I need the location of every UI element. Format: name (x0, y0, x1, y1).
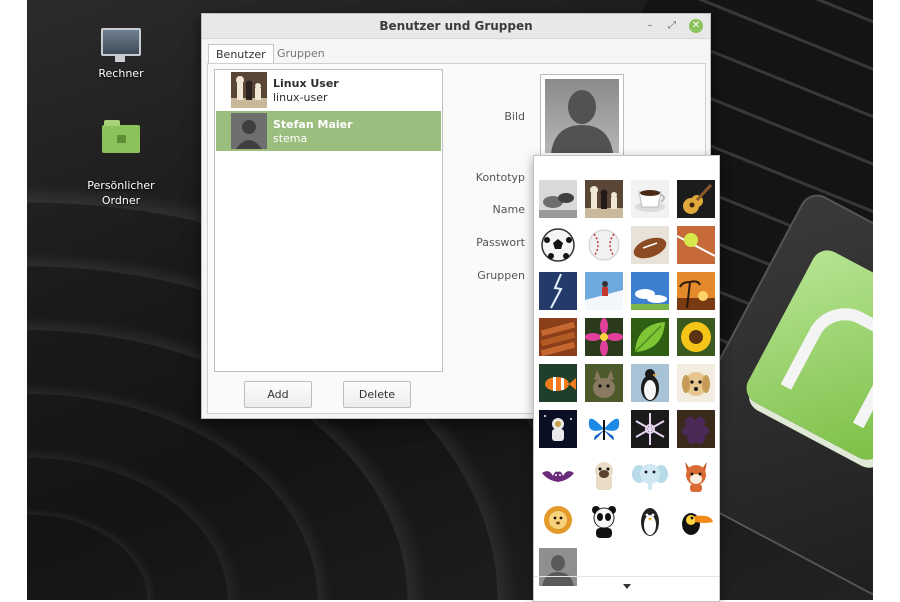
picker-item-pug[interactable] (585, 456, 623, 494)
pink-flower-icon (585, 318, 623, 356)
picker-item-soccer-ball[interactable] (539, 226, 577, 264)
picker-item-chess[interactable] (585, 180, 623, 218)
picker-item-american-football[interactable] (631, 226, 669, 264)
picker-item-butterfly[interactable] (585, 410, 623, 448)
close-icon[interactable]: ✕ (689, 19, 703, 33)
clownfish-icon (539, 364, 577, 402)
tennis-ball-icon (677, 226, 715, 264)
picker-item-snowflake[interactable] (631, 410, 669, 448)
picker-item-puppy[interactable] (677, 364, 715, 402)
window-title: Benutzer und Gruppen (379, 19, 533, 33)
user-picture-button[interactable] (540, 74, 624, 158)
scroll-down-icon[interactable] (623, 584, 631, 589)
cinnamon-sticks-icon (539, 318, 577, 356)
panda-icon (585, 502, 623, 540)
chess-avatar-icon (231, 72, 267, 108)
picker-item-stone-tools[interactable] (539, 180, 577, 218)
window-titlebar[interactable]: Benutzer und Gruppen – ⤢ ✕ (202, 14, 710, 39)
avatar-picker-popup (533, 155, 720, 602)
chess-icon (585, 180, 623, 218)
picker-item-penguin-cartoon[interactable] (631, 502, 669, 540)
sky-clouds-icon (631, 272, 669, 310)
picker-item-sunflower[interactable] (677, 318, 715, 356)
picker-item-baseball[interactable] (585, 226, 623, 264)
picker-item-astronaut[interactable] (539, 410, 577, 448)
picker-item-lightning[interactable] (539, 272, 577, 310)
picker-item-guitar[interactable] (677, 180, 715, 218)
soccer-ball-icon (539, 226, 577, 264)
user-picture (545, 79, 619, 153)
home-folder-icon (102, 120, 140, 153)
user-list[interactable]: Linux User linux-user Stefan Maier stema (214, 69, 443, 372)
maximize-icon[interactable]: ⤢ (665, 19, 679, 33)
tab-benutzer[interactable]: Benutzer (208, 44, 274, 65)
user-full-name: Linux User (273, 77, 339, 90)
stone-tools-icon (539, 180, 577, 218)
desktop-icon-computer[interactable]: Rechner (76, 28, 166, 81)
picker-item-lion[interactable] (539, 502, 577, 540)
coffee-cup-icon (631, 180, 669, 218)
picker-item-clownfish[interactable] (539, 364, 577, 402)
user-login-name: stema (273, 132, 308, 145)
picker-item-coffee[interactable] (631, 180, 669, 218)
bat-icon (539, 456, 577, 494)
user-full-name: Stefan Maier (273, 118, 353, 131)
computer-icon (101, 28, 141, 62)
american-football-icon (631, 226, 669, 264)
puppy-icon (677, 364, 715, 402)
desktop-icon-label: Rechner (98, 67, 144, 80)
grapes-icon (677, 410, 715, 448)
butterfly-icon (585, 410, 623, 448)
sunset-palm-icon (677, 272, 715, 310)
groups-label: Gruppen (477, 269, 525, 282)
lion-icon (539, 502, 577, 540)
baseball-icon (585, 226, 623, 264)
password-label: Passwort (476, 236, 525, 249)
delete-user-button[interactable]: Delete (343, 381, 411, 408)
picker-item-toucan[interactable] (677, 502, 715, 540)
picker-item-cinnamon[interactable] (539, 318, 577, 356)
picker-item-flower[interactable] (585, 318, 623, 356)
picker-item-panda[interactable] (585, 502, 623, 540)
user-login-name: linux-user (273, 91, 328, 104)
toucan-icon (677, 502, 715, 540)
minimize-icon[interactable]: – (643, 19, 657, 33)
person-avatar-icon (231, 113, 267, 149)
picker-item-penguin[interactable] (631, 364, 669, 402)
desktop-icon-home[interactable]: Persönlicher Ordner (76, 110, 166, 223)
fox-icon (677, 456, 715, 494)
user-row-linux-user[interactable]: Linux User linux-user (216, 70, 441, 110)
picker-item-leaf[interactable] (631, 318, 669, 356)
astronaut-icon (539, 410, 577, 448)
picker-item-grapes[interactable] (677, 410, 715, 448)
green-leaf-icon (631, 318, 669, 356)
penguin-cartoon-icon (631, 502, 669, 540)
tab-gruppen[interactable]: Gruppen (270, 44, 332, 63)
guitar-icon (677, 180, 715, 218)
picker-item-fox[interactable] (677, 456, 715, 494)
elephant-icon (631, 456, 669, 494)
picture-label: Bild (504, 110, 525, 123)
pug-icon (585, 456, 623, 494)
picker-item-snowboarder[interactable] (585, 272, 623, 310)
account-type-label: Kontotyp (475, 171, 525, 184)
desktop-icon-label: Persönlicher Ordner (87, 179, 155, 207)
penguin-icon (631, 364, 669, 402)
picker-item-bat[interactable] (539, 456, 577, 494)
kitten-icon (585, 364, 623, 402)
snowboarder-icon (585, 272, 623, 310)
picker-item-kitten[interactable] (585, 364, 623, 402)
lightning-icon (539, 272, 577, 310)
name-label: Name (492, 203, 525, 216)
picker-item-elephant[interactable] (631, 456, 669, 494)
picker-item-sunset[interactable] (677, 272, 715, 310)
sunflower-icon (677, 318, 715, 356)
user-row-stema[interactable]: Stefan Maier stema (216, 111, 441, 151)
picker-item-sky[interactable] (631, 272, 669, 310)
snowflake-icon (631, 410, 669, 448)
picker-item-tennis-ball[interactable] (677, 226, 715, 264)
default-person-icon (545, 79, 619, 153)
add-user-button[interactable]: Add (244, 381, 312, 408)
